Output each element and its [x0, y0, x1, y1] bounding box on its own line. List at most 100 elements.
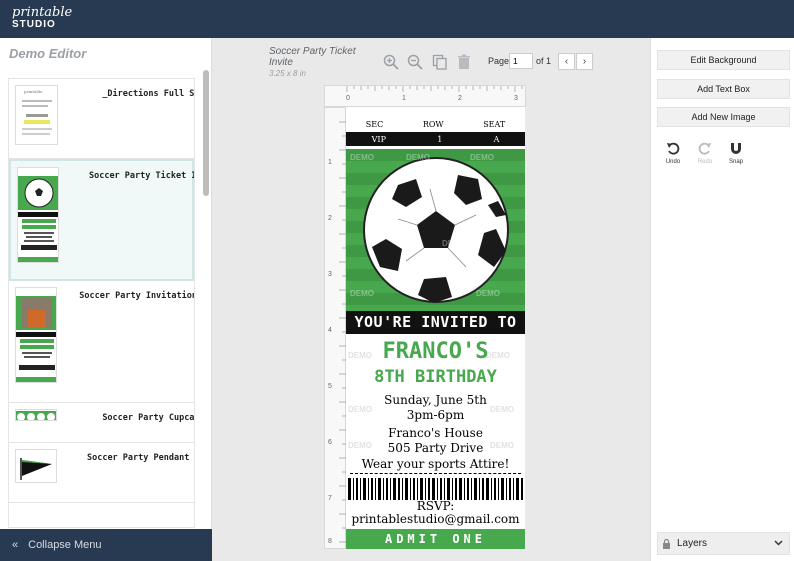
collapse-menu-button[interactable]: « Collapse Menu — [0, 529, 212, 561]
time-text[interactable]: 3pm-6pm — [346, 408, 525, 423]
demo-watermark: DEMO — [470, 153, 494, 162]
template-name: _Directions Full Set — [102, 89, 195, 99]
next-page-button[interactable]: › — [576, 53, 593, 70]
prev-page-button[interactable]: ‹ — [558, 53, 575, 70]
undo-label: Undo — [665, 159, 681, 165]
date-text[interactable]: Sunday, June 5th — [346, 393, 525, 408]
design-canvas[interactable]: SEC ROW SEAT VIP 1 A DEMO DEMO DEMO DEMO… — [346, 107, 525, 549]
template-name: Soccer Party Pendant Flags — [86, 453, 194, 463]
demo-watermark: DEMO — [442, 239, 466, 248]
ruler-label: 2 — [328, 215, 332, 222]
template-thumbnail — [17, 167, 59, 263]
template-item[interactable]: printable _Directions Full Set — [9, 79, 194, 159]
zoom-in-icon[interactable] — [383, 54, 399, 70]
edit-background-button[interactable]: Edit Background — [657, 50, 790, 70]
template-name: Soccer Party Ticket Invite — [88, 171, 194, 181]
undo-button[interactable]: Undo — [660, 142, 686, 165]
demo-watermark: DEMO — [350, 153, 374, 162]
demo-watermark: DEMO — [476, 289, 500, 298]
ruler-label: 1 — [402, 95, 406, 102]
copy-icon[interactable] — [432, 54, 448, 70]
template-thumbnail — [15, 449, 57, 483]
template-name: Soccer Party Cupcake — [102, 413, 195, 423]
ticket-value-seat: A — [493, 134, 500, 144]
template-sidebar: Demo Editor printable _Directions Full S… — [0, 38, 212, 561]
redo-label: Redo — [697, 159, 713, 165]
printable-studio-logo[interactable]: printable STUDIO — [12, 6, 72, 30]
right-panel: Edit Background Add Text Box Add New Ima… — [650, 38, 794, 561]
redo-button[interactable]: Redo — [692, 142, 718, 165]
sidebar-scrollbar[interactable] — [203, 70, 209, 530]
double-chevron-left-icon: « — [12, 539, 19, 551]
rsvp-email[interactable]: printablestudio@gmail.com — [346, 512, 525, 526]
demo-watermark: DEMO — [386, 221, 410, 230]
canvas-toolbar: Soccer Party Ticket Invite 3.25 x 8 in P… — [212, 38, 650, 88]
redo-icon — [698, 142, 711, 155]
ticket-value-sec: VIP — [371, 134, 386, 144]
snap-label: Snap — [728, 159, 743, 165]
template-item[interactable]: Soccer Party Cupcake — [9, 403, 194, 443]
template-item[interactable]: Soccer Party Pendant Flags — [9, 443, 194, 503]
ticket-header-row[interactable]: SEC ROW SEAT — [346, 117, 525, 131]
ticket-value-row: 1 — [437, 134, 443, 144]
admit-one-banner[interactable]: ADMIT ONE — [346, 529, 525, 549]
invited-banner[interactable]: YOU'RE INVITED TO — [346, 311, 525, 334]
template-thumbnail — [15, 409, 57, 421]
demo-watermark: DEMO — [406, 153, 430, 162]
ruler-label: 6 — [328, 439, 332, 446]
ruler-label: 8 — [328, 538, 332, 545]
birthday-line[interactable]: 8TH BIRTHDAY — [346, 366, 525, 388]
demo-watermark: DEMO — [350, 289, 374, 298]
ruler-label: 7 — [328, 495, 332, 502]
add-new-image-button[interactable]: Add New Image — [657, 107, 790, 127]
ticket-header-sec: SEC — [365, 119, 384, 129]
svg-text:printable: printable — [24, 89, 43, 94]
chevron-down-icon — [774, 540, 783, 546]
document-title: Soccer Party Ticket Invite — [269, 46, 356, 68]
ruler-horizontal: 0 1 2 3 — [324, 85, 526, 107]
ruler-label: 2 — [458, 95, 462, 102]
ruler-label: 4 — [328, 327, 332, 334]
layers-label: Layers — [677, 538, 708, 549]
page-label: Page — [488, 56, 510, 66]
undo-icon — [667, 142, 680, 155]
ticket-header-row: ROW — [422, 119, 444, 129]
name-line[interactable]: FRANCO'S — [346, 339, 525, 365]
magnet-icon — [731, 143, 741, 154]
ruler-vertical: 1 2 3 4 5 6 7 8 — [324, 107, 347, 549]
soccer-field-background[interactable]: DEMO DEMO DEMO DEMO DEMO DEMO DEMO — [346, 149, 525, 311]
logo-line1: printable — [12, 5, 73, 20]
attire-text[interactable]: Wear your sports Attire! — [346, 457, 525, 472]
barcode-image[interactable] — [348, 478, 523, 500]
template-item[interactable]: Soccer Party Invitation Photo — [9, 281, 194, 403]
template-list[interactable]: printable _Directions Full Set Soccer Pa… — [8, 78, 195, 528]
snap-button[interactable]: Snap — [723, 142, 749, 165]
trash-icon[interactable] — [456, 54, 472, 70]
template-name: Soccer Party Invitation Photo — [79, 291, 195, 301]
place-text[interactable]: Franco's House — [346, 426, 525, 441]
rsvp-label[interactable]: RSVP: — [346, 499, 525, 513]
logo-line2: STUDIO — [12, 19, 56, 30]
collapse-menu-label: Collapse Menu — [28, 539, 102, 551]
ticket-values-row[interactable]: VIP 1 A — [346, 132, 525, 146]
sidebar-title: Demo Editor — [9, 46, 87, 61]
page-count: of 1 — [536, 56, 552, 66]
zoom-out-icon[interactable] — [407, 54, 423, 70]
sidebar-scroll-thumb[interactable] — [203, 70, 209, 196]
layers-panel-toggle[interactable]: Layers — [657, 532, 790, 555]
top-bar: printable STUDIO — [0, 0, 794, 38]
page-number-input[interactable] — [509, 53, 533, 69]
ruler-label: 3 — [328, 271, 332, 278]
dashed-divider — [350, 473, 521, 474]
lock-icon — [663, 539, 670, 549]
template-thumbnail: printable — [15, 85, 58, 145]
template-thumbnail — [15, 287, 57, 383]
ruler-label: 5 — [328, 383, 332, 390]
ruler-label: 0 — [346, 95, 350, 102]
ticket-header-seat: SEAT — [483, 119, 506, 129]
add-text-box-button[interactable]: Add Text Box — [657, 79, 790, 99]
template-item-active[interactable]: Soccer Party Ticket Invite — [9, 159, 194, 281]
ruler-label: 3 — [514, 95, 518, 102]
address-text[interactable]: 505 Party Drive — [346, 441, 525, 456]
document-size: 3.25 x 8 in — [269, 69, 306, 78]
